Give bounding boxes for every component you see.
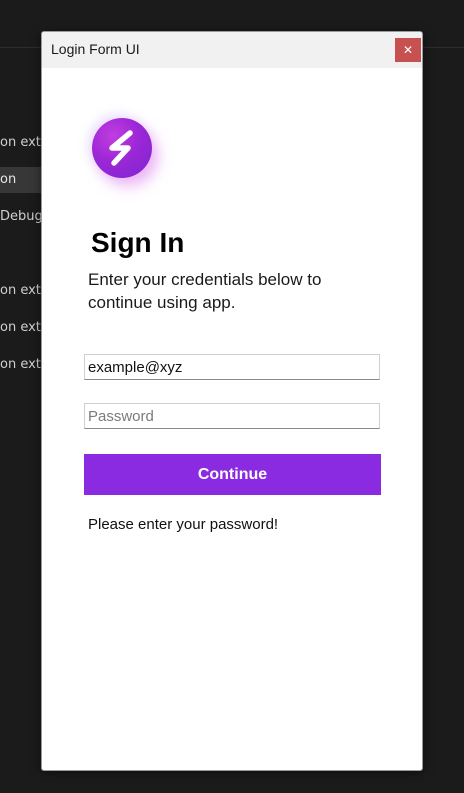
continue-button[interactable]: Continue (84, 454, 381, 495)
page-subtitle: Enter your credentials below to continue… (88, 270, 322, 312)
close-button[interactable]: ✕ (395, 38, 421, 62)
lightning-bolt-icon (109, 130, 133, 166)
title-bar[interactable]: Login Form UI ✕ (42, 32, 422, 68)
validation-message: Please enter your password! (88, 516, 279, 533)
window-title: Login Form UI (51, 41, 140, 57)
page-title: Sign In (91, 227, 185, 258)
login-dialog: Login Form UI ✕ Sign In Enter your crede… (41, 31, 423, 771)
password-field[interactable] (84, 403, 380, 429)
app-logo-icon (92, 118, 152, 178)
close-icon: ✕ (402, 43, 414, 57)
background-list-item: Debug (0, 209, 43, 224)
email-field[interactable] (84, 354, 380, 380)
